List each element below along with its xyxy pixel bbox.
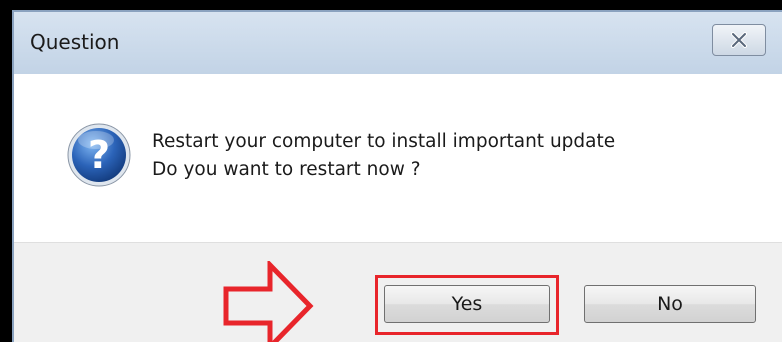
no-button[interactable]: No	[584, 285, 756, 323]
dialog-message: Restart your computer to install importa…	[152, 128, 615, 184]
message-line-1: Restart your computer to install importa…	[152, 131, 616, 152]
message-line-2: Do you want to restart now ?	[152, 159, 421, 180]
dialog-footer: Yes No	[14, 242, 782, 342]
dialog-content: ? Restart your computer to install impor…	[14, 74, 782, 242]
svg-text:?: ?	[88, 133, 110, 177]
close-button[interactable]	[712, 24, 766, 56]
dialog-window: Question ? Restart your computer to inst…	[12, 10, 782, 342]
title-bar: Question	[14, 12, 782, 74]
arrow-right-icon	[223, 261, 314, 342]
yes-button[interactable]: Yes	[384, 285, 550, 323]
dialog-title: Question	[30, 30, 120, 54]
question-icon: ?	[67, 123, 131, 187]
close-icon	[731, 32, 747, 48]
